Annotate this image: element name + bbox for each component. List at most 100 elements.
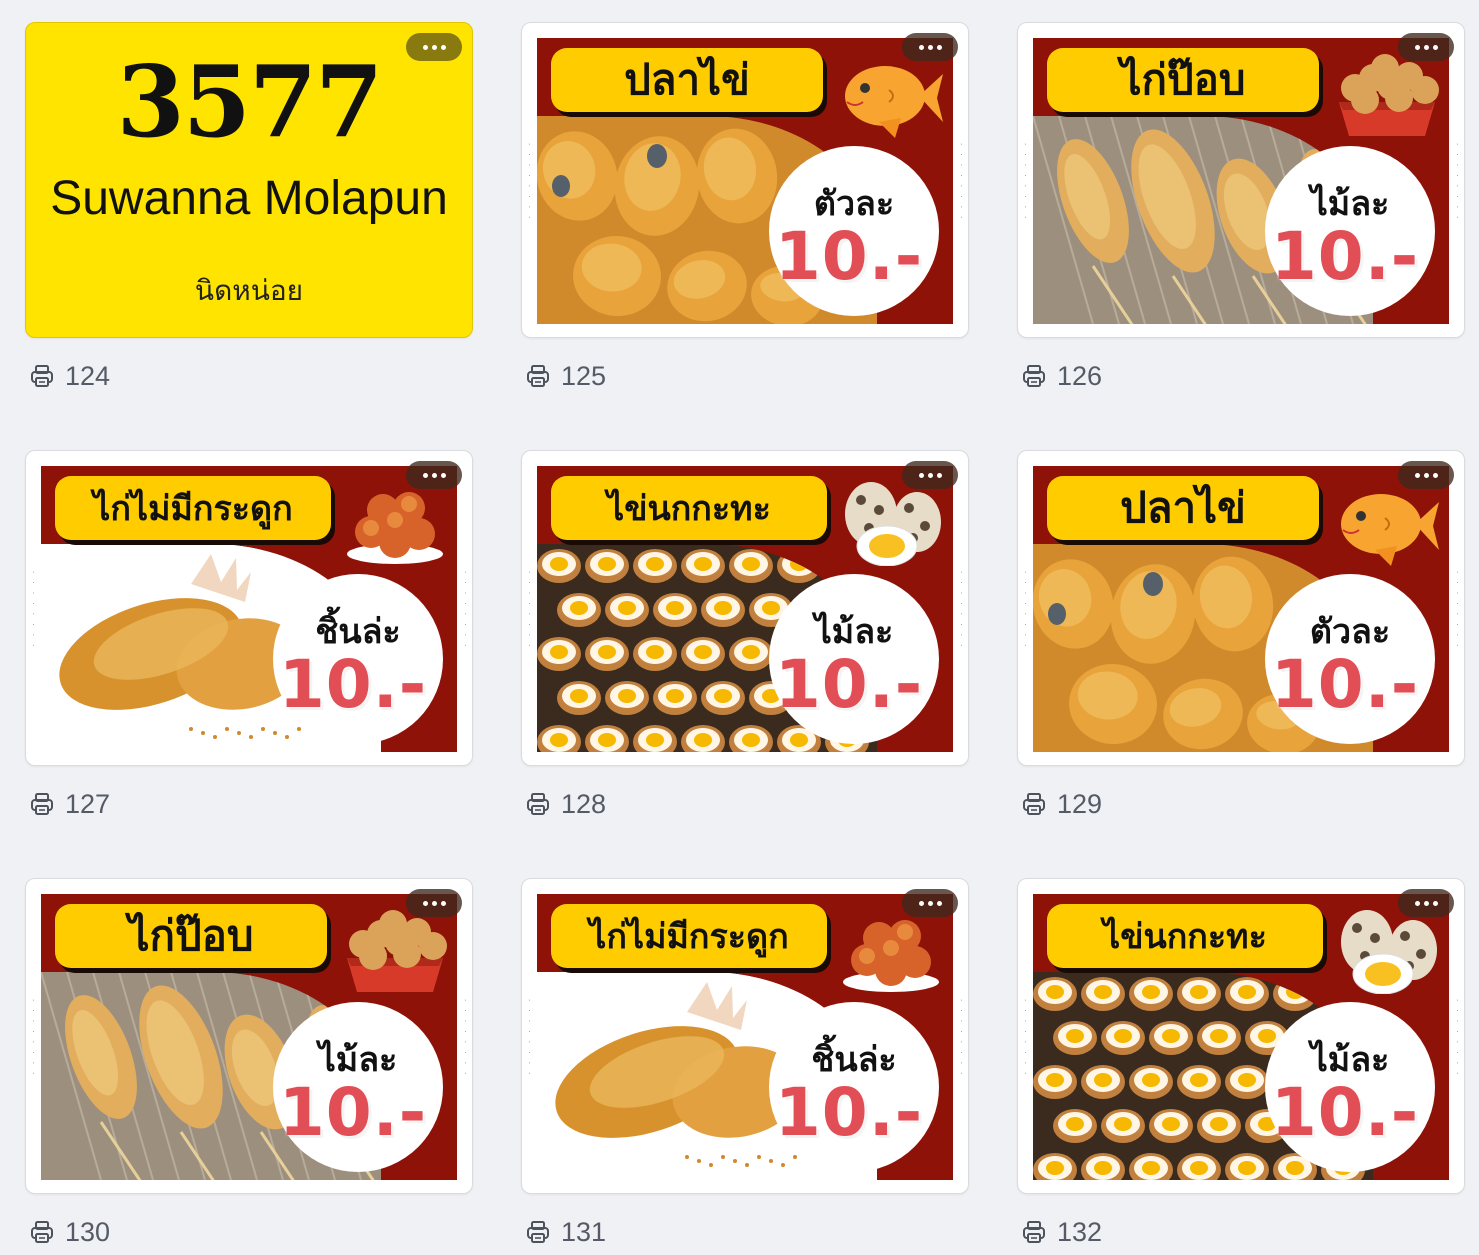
dot: [1414, 44, 1420, 50]
price-label: 10.-: [278, 646, 428, 723]
print-count[interactable]: 132: [1021, 1214, 1102, 1250]
popcorn-chicken-illustration: [343, 908, 447, 994]
printer-icon: [525, 791, 551, 817]
dot: [918, 900, 924, 906]
design-grid: 3577 Suwanna Molapun นิดหน่อย 124 · · · · · …: [0, 0, 1479, 1255]
price-badge: ตัวละ 10.-: [769, 146, 939, 316]
price-label: 10.-: [1270, 1074, 1420, 1151]
side-mark: · · · · · · · ·: [525, 571, 533, 650]
design-thumbnail[interactable]: · · · · · · · · · · · · · · · · ไข่นกกะทะไ…: [521, 450, 969, 766]
design-thumbnail[interactable]: 3577 Suwanna Molapun นิดหน่อย: [25, 22, 473, 338]
side-mark: · · · · · · · ·: [957, 999, 965, 1078]
side-mark: · · · · · · · ·: [29, 571, 37, 650]
dot: [936, 472, 942, 478]
more-options-icon[interactable]: [406, 461, 462, 489]
dot: [936, 900, 942, 906]
dot: [1432, 44, 1438, 50]
price-badge: ไม้ละ 10.-: [273, 1002, 443, 1172]
side-mark: · · · · · · · ·: [461, 571, 469, 650]
dot: [440, 900, 446, 906]
dot: [440, 472, 446, 478]
design-thumbnail[interactable]: · · · · · · · · · · · · · · · · ปลาไข่ ตัวล…: [1017, 450, 1465, 766]
side-mark: · · · · · · · ·: [1021, 143, 1029, 222]
dot: [431, 900, 437, 906]
price-badge: ตัวละ 10.-: [1265, 574, 1435, 744]
poster-title: ไก่ไม่มีกระดูก: [551, 904, 827, 968]
dot: [1432, 472, 1438, 478]
boneless-chicken-illustration: [839, 908, 943, 994]
dot: [440, 44, 446, 50]
side-mark: · · · · · · · ·: [1453, 999, 1461, 1078]
print-count[interactable]: 130: [29, 1214, 110, 1250]
price-label: 10.-: [1270, 646, 1420, 723]
side-mark: · · · · · · · ·: [957, 143, 965, 222]
design-number: 3577: [116, 45, 384, 160]
poster-title: ปลาไข่: [1047, 476, 1319, 540]
print-count-value: 126: [1057, 360, 1103, 391]
poster-title: ปลาไข่: [551, 48, 823, 112]
printer-icon: [29, 791, 55, 817]
dot: [1432, 900, 1438, 906]
poster: ไข่นกกะทะไม้ละ 10.-: [537, 466, 953, 752]
dot: [1423, 472, 1429, 478]
print-count[interactable]: 125: [525, 358, 606, 394]
print-count-value: 129: [1057, 788, 1103, 819]
design-thumbnail[interactable]: · · · · · · · · · · · · · · · · ไก่ไม่มีกร…: [521, 878, 969, 1194]
design-thumbnail[interactable]: · · · · · · · · · · · · · · · · ไก่ป๊อบไม้…: [25, 878, 473, 1194]
print-count[interactable]: 126: [1021, 358, 1102, 394]
price-badge: ชิ้นล่ะ 10.-: [769, 1002, 939, 1172]
side-mark: · · · · · · · ·: [957, 571, 965, 650]
printer-icon: [525, 1219, 551, 1245]
print-count[interactable]: 129: [1021, 786, 1102, 822]
fish-roe-illustration: [839, 52, 943, 138]
print-count[interactable]: 128: [525, 786, 606, 822]
dot: [927, 472, 933, 478]
design-thumbnail[interactable]: · · · · · · · · · · · · · · · · ปลาไข่ตัวล…: [521, 22, 969, 338]
more-options-icon[interactable]: [902, 33, 958, 61]
popcorn-chicken-illustration: [1335, 52, 1439, 138]
print-count[interactable]: 127: [29, 786, 110, 822]
price-label: 10.-: [774, 1074, 924, 1151]
poster-title: ไข่นกกะทะ: [551, 476, 827, 540]
more-options-icon[interactable]: [1398, 461, 1454, 489]
price-badge: ชิ้นล่ะ 10.-: [273, 574, 443, 744]
price-badge: ไม้ละ 10.-: [1265, 146, 1435, 316]
poster-title: ไก่ไม่มีกระดูก: [55, 476, 331, 540]
poster-title: ไก่ป๊อบ: [55, 904, 327, 968]
poster: ปลาไข่ตัวละ 10.-: [1033, 466, 1449, 752]
side-mark: · · · · · · · ·: [525, 143, 533, 222]
quail-eggs-illustration: [839, 480, 943, 567]
dot: [936, 44, 942, 50]
design-thumbnail[interactable]: · · · · · · · · · · · · · · · · ไก่ป๊อบ ไม้…: [1017, 22, 1465, 338]
poster: ไข่นกกะทะไม้ละ 10.-: [1033, 894, 1449, 1180]
poster-title: ไข่นกกะทะ: [1047, 904, 1323, 968]
side-mark: · · · · · · · ·: [461, 999, 469, 1078]
print-count[interactable]: 124: [29, 358, 110, 394]
printer-icon: [29, 363, 55, 389]
dot: [927, 44, 933, 50]
print-count-value: 132: [1057, 1216, 1103, 1247]
design-thumbnail[interactable]: · · · · · · · · · · · · · · · · ไก่ไม่มีกร…: [25, 450, 473, 766]
poster: ไก่ไม่มีกระดูกชิ้นล่ะ 10.-: [41, 466, 457, 752]
price-badge: ไม้ละ 10.-: [1265, 1002, 1435, 1172]
side-mark: · · · · · · · ·: [1021, 999, 1029, 1078]
price-label: 10.-: [774, 646, 924, 723]
more-options-icon[interactable]: [406, 33, 462, 61]
design-thumbnail[interactable]: · · · · · · · · · · · · · · · · ไข่นกกะทะไ…: [1017, 878, 1465, 1194]
print-count[interactable]: 131: [525, 1214, 606, 1250]
poster: ปลาไข่ตัวละ 10.-: [537, 38, 953, 324]
print-count-value: 130: [65, 1216, 111, 1247]
side-mark: · · · · · · · ·: [1453, 143, 1461, 222]
more-options-icon[interactable]: [1398, 33, 1454, 61]
boneless-chicken-illustration: [343, 480, 447, 566]
more-options-icon[interactable]: [902, 461, 958, 489]
print-count-value: 131: [561, 1216, 607, 1247]
more-options-icon[interactable]: [1398, 889, 1454, 917]
print-count-value: 125: [561, 360, 607, 391]
more-options-icon[interactable]: [902, 889, 958, 917]
price-badge: ไม้ละ 10.-: [769, 574, 939, 744]
more-options-icon[interactable]: [406, 889, 462, 917]
dot: [1423, 44, 1429, 50]
dot: [1423, 900, 1429, 906]
side-mark: · · · · · · · ·: [29, 999, 37, 1078]
